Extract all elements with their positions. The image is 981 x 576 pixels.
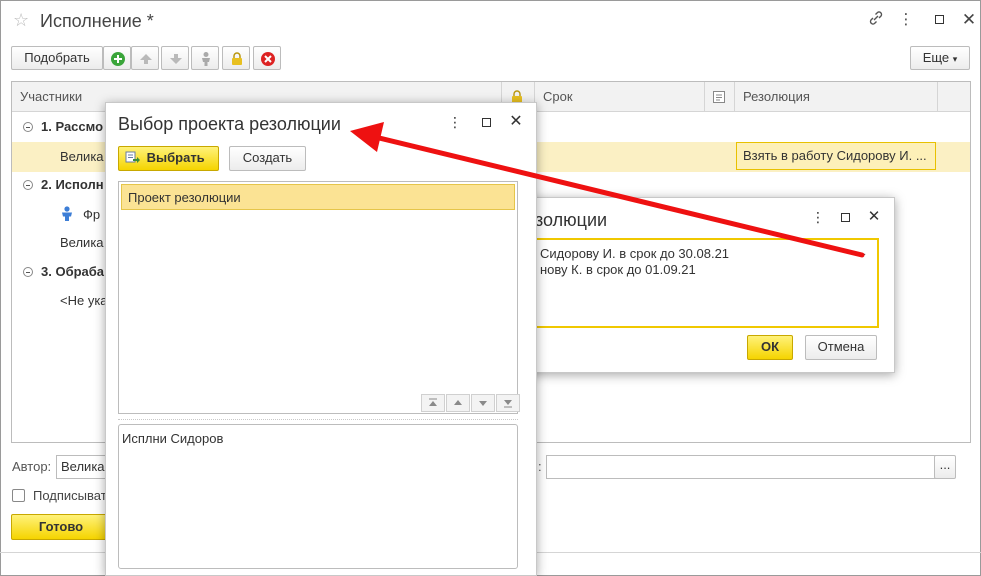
annotation-arrow <box>350 122 865 258</box>
